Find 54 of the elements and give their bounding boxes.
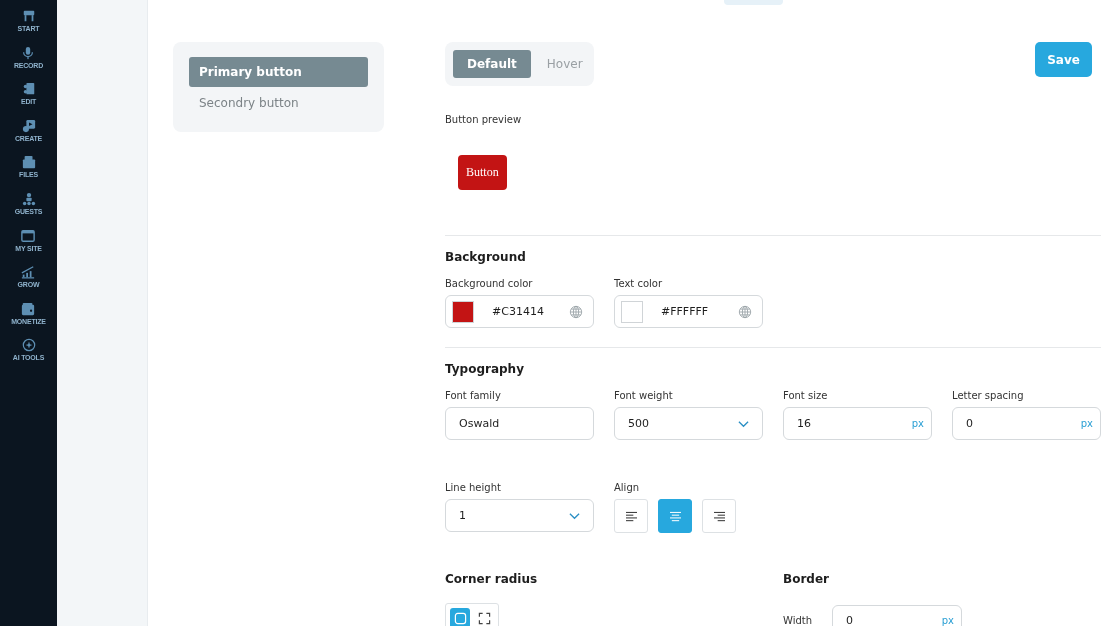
variant-item[interactable]: Secondry button (189, 88, 368, 118)
section-title: Corner radius (445, 572, 539, 586)
field-value: #FFFFFF (660, 305, 710, 318)
mic-icon (21, 45, 36, 60)
unit-label: px (941, 614, 954, 626)
tab-edge (724, 0, 783, 5)
globe-icon[interactable] (738, 304, 752, 319)
field-value: 500 (628, 417, 650, 430)
section-title: Background (445, 250, 527, 264)
color-field[interactable]: #FFFFFF (614, 295, 763, 328)
corners-icon (477, 611, 491, 625)
input-field[interactable]: 0 px (832, 605, 962, 626)
align-right-icon (712, 510, 726, 522)
input-field[interactable]: 16 px (783, 407, 932, 440)
section-title: Border (783, 572, 830, 586)
rounded-square-icon (453, 611, 467, 625)
globe-icon[interactable] (569, 304, 583, 319)
align-button[interactable] (658, 499, 692, 533)
field-label: Font family (445, 390, 502, 401)
field-value: #C31414 (491, 305, 545, 318)
select-field[interactable]: 500 (614, 407, 763, 440)
create-icon (21, 118, 36, 133)
field-label: Width (783, 614, 814, 626)
field-label: Text color (614, 278, 664, 289)
site-icon (21, 228, 36, 243)
field-value: Oswald (459, 417, 501, 430)
field-value: 16 (797, 417, 812, 430)
field-value: 0 (846, 613, 854, 626)
field-value: 0 (966, 417, 974, 430)
color-field[interactable]: #C31414 (445, 295, 594, 328)
section-title: Typography (445, 362, 525, 376)
chevron-down-icon (569, 511, 580, 520)
files-icon (21, 155, 36, 170)
input-field[interactable]: 0 px (952, 407, 1101, 440)
state-tab[interactable]: Default (453, 50, 531, 78)
field-value: 1 (459, 509, 467, 522)
field-label: Background color (445, 278, 534, 289)
wallet-icon (21, 301, 36, 316)
field-label: Line height (445, 482, 502, 493)
guests-icon (21, 191, 36, 206)
preview-label: Button preview (445, 114, 523, 125)
variant-item[interactable]: Primary button (189, 57, 368, 87)
unit-label: px (911, 418, 924, 429)
align-center-icon (668, 510, 682, 522)
grow-icon (21, 265, 36, 280)
field-label: Align (614, 482, 641, 493)
input-field[interactable]: Oswald (445, 407, 594, 440)
select-field[interactable]: 1 (445, 499, 594, 532)
field-label: Letter spacing (952, 390, 1025, 401)
field-label: Font weight (614, 390, 674, 401)
chevron-down-icon (738, 419, 749, 428)
unit-label: px (1080, 418, 1093, 429)
field-label: Font size (783, 390, 829, 401)
align-left-icon (624, 510, 638, 522)
